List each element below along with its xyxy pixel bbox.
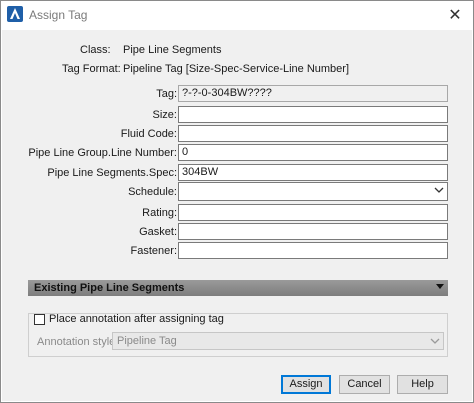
spec-input[interactable]: 304BW <box>178 164 448 181</box>
close-icon: ✕ <box>448 7 462 24</box>
title-bar: Assign Tag ✕ <box>1 1 473 29</box>
spec-label: Pipe Line Segments.Spec: <box>47 167 177 179</box>
fluid-code-input[interactable] <box>178 125 448 142</box>
autodesk-plant-icon <box>7 6 23 22</box>
help-button[interactable]: Help <box>397 375 448 394</box>
size-label: Size: <box>152 109 177 121</box>
fastener-label: Fastener: <box>130 245 177 257</box>
size-input[interactable] <box>178 106 448 123</box>
annotation-style-select: Pipeline Tag <box>112 332 444 350</box>
chevron-down-icon <box>430 338 440 344</box>
fastener-input[interactable] <box>178 242 448 259</box>
expand-arrow-icon <box>436 284 444 289</box>
chevron-down-icon <box>434 187 444 193</box>
schedule-select[interactable] <box>178 182 448 201</box>
tag-label: Tag: <box>156 88 177 100</box>
assign-tag-dialog: Assign Tag ✕ Class: Pipe Line Segments T… <box>0 0 474 403</box>
class-label: Class: <box>80 44 111 56</box>
tag-format-value: Pipeline Tag [Size-Spec-Service-Line Num… <box>123 63 350 75</box>
assign-button[interactable]: Assign <box>281 375 331 394</box>
existing-segments-header[interactable]: Existing Pipe Line Segments <box>28 280 448 296</box>
close-button[interactable]: ✕ <box>441 3 469 27</box>
place-annotation-label[interactable]: Place annotation after assigning tag <box>49 313 224 325</box>
line-number-input[interactable]: 0 <box>178 144 448 161</box>
rating-input[interactable] <box>178 204 448 221</box>
place-annotation-checkbox[interactable] <box>34 314 45 325</box>
gasket-label: Gasket: <box>139 226 177 238</box>
line-number-label: Pipe Line Group.Line Number: <box>28 147 177 159</box>
schedule-label: Schedule: <box>128 186 177 198</box>
cancel-button[interactable]: Cancel <box>339 375 390 394</box>
class-value: Pipe Line Segments <box>123 44 222 56</box>
gasket-input[interactable] <box>178 223 448 240</box>
rating-label: Rating: <box>142 207 177 219</box>
tag-format-label: Tag Format: <box>62 63 121 75</box>
tag-field: ?-?-0-304BW???? <box>178 85 448 102</box>
annotation-style-label: Annotation style: <box>37 336 119 348</box>
annotation-style-value: Pipeline Tag <box>117 335 177 347</box>
fluid-code-label: Fluid Code: <box>120 128 177 140</box>
window-title: Assign Tag <box>29 8 88 22</box>
existing-segments-label: Existing Pipe Line Segments <box>34 282 185 294</box>
